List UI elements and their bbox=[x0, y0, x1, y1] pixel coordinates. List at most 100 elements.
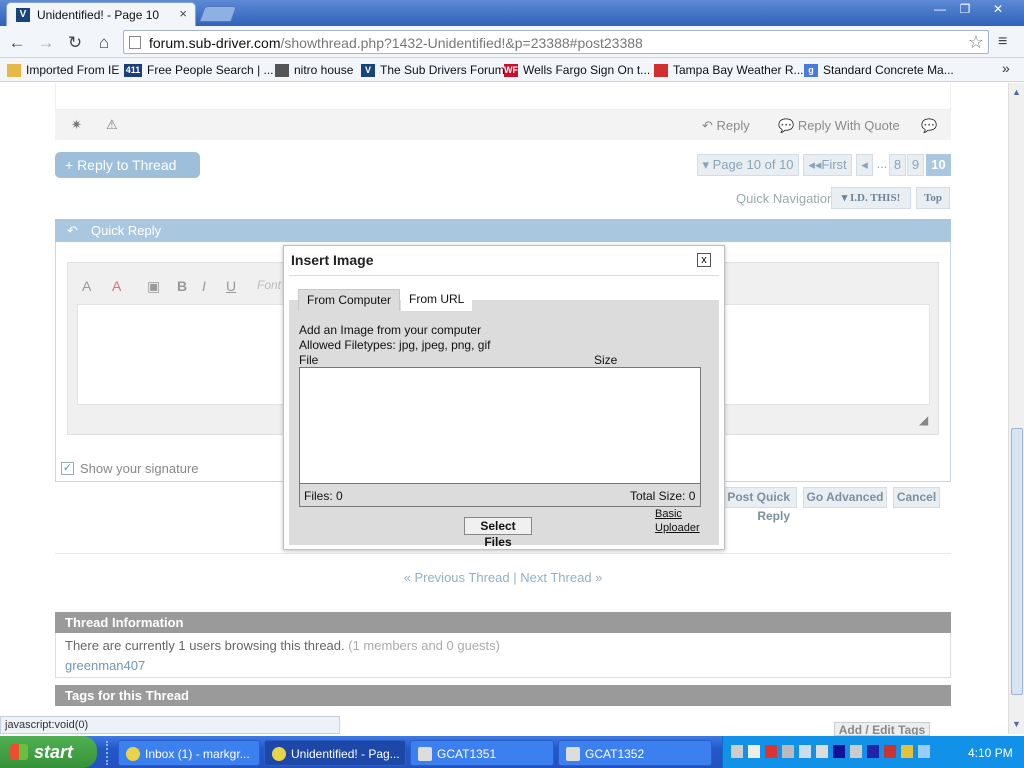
reply-with-quote-button[interactable]: 💬 Reply With Quote bbox=[778, 118, 900, 134]
quick-navigation-label: Quick Navigation bbox=[736, 191, 835, 206]
dialog-close-button[interactable]: x bbox=[697, 253, 711, 267]
taskbar-item-inbox[interactable]: Inbox (1) - markgr... bbox=[118, 740, 260, 766]
bookmark-imported-ie[interactable]: Imported From IE bbox=[7, 62, 119, 78]
dialog-divider bbox=[289, 275, 719, 276]
tray-icon[interactable] bbox=[918, 745, 930, 758]
scroll-thumb[interactable] bbox=[1011, 428, 1023, 695]
page-link-8[interactable]: 8 bbox=[889, 154, 906, 176]
new-tab-button[interactable] bbox=[199, 6, 237, 22]
report-warning-icon[interactable]: ⚠ bbox=[106, 117, 118, 133]
multi-quote-icon[interactable]: 💬 bbox=[921, 118, 937, 134]
411-icon: 411 bbox=[124, 63, 142, 77]
reload-icon[interactable]: ↻ bbox=[65, 33, 85, 53]
page-icon bbox=[129, 36, 141, 49]
underline-icon[interactable]: U bbox=[226, 278, 236, 294]
quick-reply-header: ↶ Quick Reply bbox=[55, 219, 951, 242]
tab-close-icon[interactable]: × bbox=[179, 6, 187, 21]
page-link-10[interactable]: 10 bbox=[926, 154, 951, 176]
total-size: Total Size: 0 bbox=[630, 489, 696, 503]
close-window-icon[interactable]: ✕ bbox=[986, 1, 1010, 17]
tray-icon[interactable] bbox=[884, 745, 896, 758]
tab-from-computer[interactable]: From Computer bbox=[298, 289, 401, 311]
bookmark-sub-drivers[interactable]: V The Sub Drivers Forum bbox=[361, 62, 505, 78]
quick-reply-icon: ↶ bbox=[67, 223, 78, 238]
url-path: /showthread.php?1432-Unidentified!&p=233… bbox=[280, 35, 643, 51]
browsing-text: There are currently 1 users browsing thi… bbox=[65, 638, 500, 653]
reputation-icon[interactable]: ✷ bbox=[71, 117, 82, 133]
wellsfargo-icon: WF bbox=[504, 63, 518, 77]
tray-icon[interactable] bbox=[901, 745, 913, 758]
minimize-icon[interactable]: — bbox=[928, 1, 952, 17]
cancel-button[interactable]: Cancel bbox=[893, 487, 940, 508]
tray-icon[interactable] bbox=[867, 745, 879, 758]
clock: 4:10 PM bbox=[968, 746, 1013, 760]
bookmarks-overflow-icon[interactable]: » bbox=[1002, 60, 1010, 76]
resize-handle-icon[interactable]: ◢ bbox=[919, 413, 928, 427]
bookmark-people-search[interactable]: 411 Free People Search | ... bbox=[124, 62, 274, 78]
tray-icon[interactable] bbox=[765, 745, 777, 758]
paste-icon[interactable]: ▣ bbox=[147, 278, 160, 295]
add-edit-tags-button[interactable]: Add / Edit Tags bbox=[834, 722, 930, 736]
tray-icon[interactable] bbox=[833, 745, 845, 758]
first-page-link[interactable]: ◂◂First bbox=[803, 154, 852, 176]
page-link-9[interactable]: 9 bbox=[907, 154, 924, 176]
font-select[interactable]: Font bbox=[257, 278, 281, 292]
italic-icon[interactable]: I bbox=[202, 278, 206, 294]
tray-icon[interactable] bbox=[748, 745, 760, 758]
scroll-up-icon[interactable]: ▲ bbox=[1012, 87, 1021, 97]
nitro-icon bbox=[275, 63, 289, 77]
checkbox-icon[interactable]: ✓ bbox=[61, 462, 74, 475]
bookmark-nitro-house[interactable]: nitro house bbox=[275, 62, 353, 78]
chrome-icon bbox=[272, 747, 286, 761]
select-files-button[interactable]: Select Files bbox=[464, 517, 532, 549]
size-column-header: Size bbox=[594, 353, 618, 367]
file-column-header: File bbox=[299, 353, 319, 367]
tray-icon[interactable] bbox=[816, 745, 828, 758]
remove-format-icon[interactable]: A bbox=[112, 278, 121, 294]
bold-icon[interactable]: B bbox=[177, 278, 187, 294]
tab-title: Unidentified! - Page 10 bbox=[37, 8, 160, 22]
tab-active[interactable]: V Unidentified! - Page 10 × bbox=[6, 2, 196, 26]
tray-icon[interactable] bbox=[799, 745, 811, 758]
taskbar-item-gcat1351[interactable]: GCAT1351 bbox=[410, 740, 554, 766]
tray-icon[interactable] bbox=[782, 745, 794, 758]
start-button[interactable]: start bbox=[0, 736, 97, 768]
prev-page-link[interactable]: ◂ bbox=[856, 154, 873, 176]
quick-navigation-select[interactable]: ▾ I.D. THIS! bbox=[831, 187, 911, 209]
post-body bbox=[55, 83, 951, 110]
page-of-dropdown[interactable]: ▾ Page 10 of 10 bbox=[697, 154, 799, 176]
tags-header: Tags for this Thread bbox=[55, 685, 951, 706]
maximize-icon[interactable]: ❐ bbox=[953, 1, 977, 17]
address-bar[interactable]: forum.sub-driver.com/showthread.php?1432… bbox=[123, 30, 989, 54]
taskbar-item-gcat1352[interactable]: GCAT1352 bbox=[558, 740, 712, 766]
scroll-down-icon[interactable]: ▼ bbox=[1012, 719, 1021, 729]
browsing-user-link[interactable]: greenman407 bbox=[65, 658, 145, 673]
reply-button[interactable]: ↶ Reply bbox=[702, 118, 750, 134]
tray-icon[interactable] bbox=[731, 745, 743, 758]
reply-to-thread-button[interactable]: + Reply to Thread bbox=[55, 152, 200, 178]
back-icon[interactable]: ← bbox=[7, 33, 27, 53]
show-signature-checkbox[interactable]: ✓ Show your signature bbox=[61, 461, 199, 476]
basic-uploader-link[interactable]: Basic Uploader bbox=[655, 507, 700, 535]
tray-icon[interactable] bbox=[850, 745, 862, 758]
go-advanced-button[interactable]: Go Advanced bbox=[803, 487, 887, 508]
allowed-filetypes: Allowed Filetypes: jpg, jpeg, png, gif bbox=[299, 338, 491, 352]
bookmark-tampa-weather[interactable]: Tampa Bay Weather R... bbox=[654, 62, 804, 78]
tab-from-url[interactable]: From URL bbox=[401, 289, 473, 311]
top-button[interactable]: Top bbox=[916, 187, 950, 209]
site-favicon-icon: V bbox=[16, 8, 30, 22]
font-color-icon[interactable]: A bbox=[82, 278, 91, 294]
taskbar-item-unidentified[interactable]: Unidentified! - Pag... bbox=[264, 740, 406, 766]
next-thread-link[interactable]: Next Thread » bbox=[520, 570, 602, 585]
chrome-menu-icon[interactable]: ≡ bbox=[998, 33, 1007, 51]
home-icon[interactable]: ⌂ bbox=[94, 33, 114, 53]
previous-thread-link[interactable]: « Previous Thread bbox=[404, 570, 510, 585]
post-quick-reply-button[interactable]: Post Quick Reply bbox=[722, 487, 797, 523]
chrome-icon bbox=[126, 747, 140, 761]
bookmark-star-icon[interactable]: ☆ bbox=[968, 32, 984, 53]
page-scrollbar[interactable]: ▲ ▼ bbox=[1008, 83, 1024, 734]
bookmark-wells-fargo[interactable]: WF Wells Fargo Sign On t... bbox=[504, 62, 650, 78]
forward-icon[interactable]: → bbox=[36, 33, 56, 53]
thread-navigation: « Previous Thread | Next Thread » bbox=[55, 570, 951, 585]
bookmark-standard-concrete[interactable]: g Standard Concrete Ma... bbox=[804, 62, 954, 78]
